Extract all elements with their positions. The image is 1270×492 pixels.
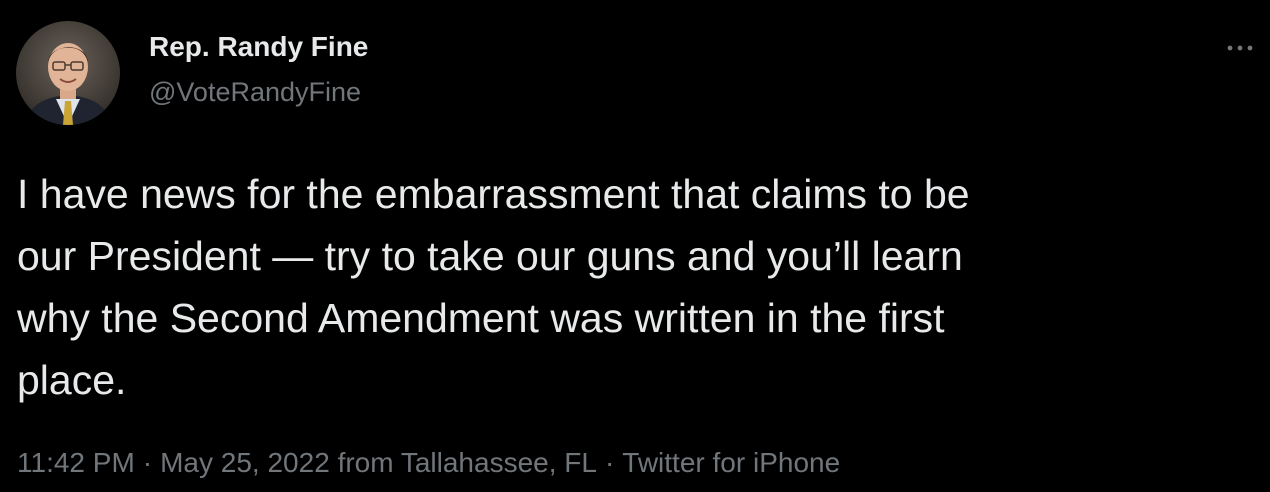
author-name[interactable]: Rep. Randy Fine bbox=[149, 30, 368, 64]
tweet-time[interactable]: 11:42 PM bbox=[17, 447, 135, 478]
tweet-meta: 11:42 PM · May 25, 2022 from Tallahassee, … bbox=[17, 445, 840, 481]
more-horizontal-icon[interactable] bbox=[1224, 38, 1256, 58]
meta-separator: · bbox=[142, 447, 153, 478]
avatar[interactable] bbox=[16, 21, 120, 125]
tweet: Rep. Randy Fine @VoteRandyFine I have ne… bbox=[0, 0, 1270, 492]
tweet-text: I have news for the embarrassment that c… bbox=[17, 171, 970, 403]
tweet-date[interactable]: May 25, 2022 bbox=[160, 447, 330, 478]
tweet-location: from Tallahassee, FL bbox=[337, 447, 597, 478]
author-handle[interactable]: @VoteRandyFine bbox=[149, 76, 361, 108]
tweet-source[interactable]: Twitter for iPhone bbox=[622, 447, 840, 478]
meta-separator: · bbox=[604, 447, 615, 478]
